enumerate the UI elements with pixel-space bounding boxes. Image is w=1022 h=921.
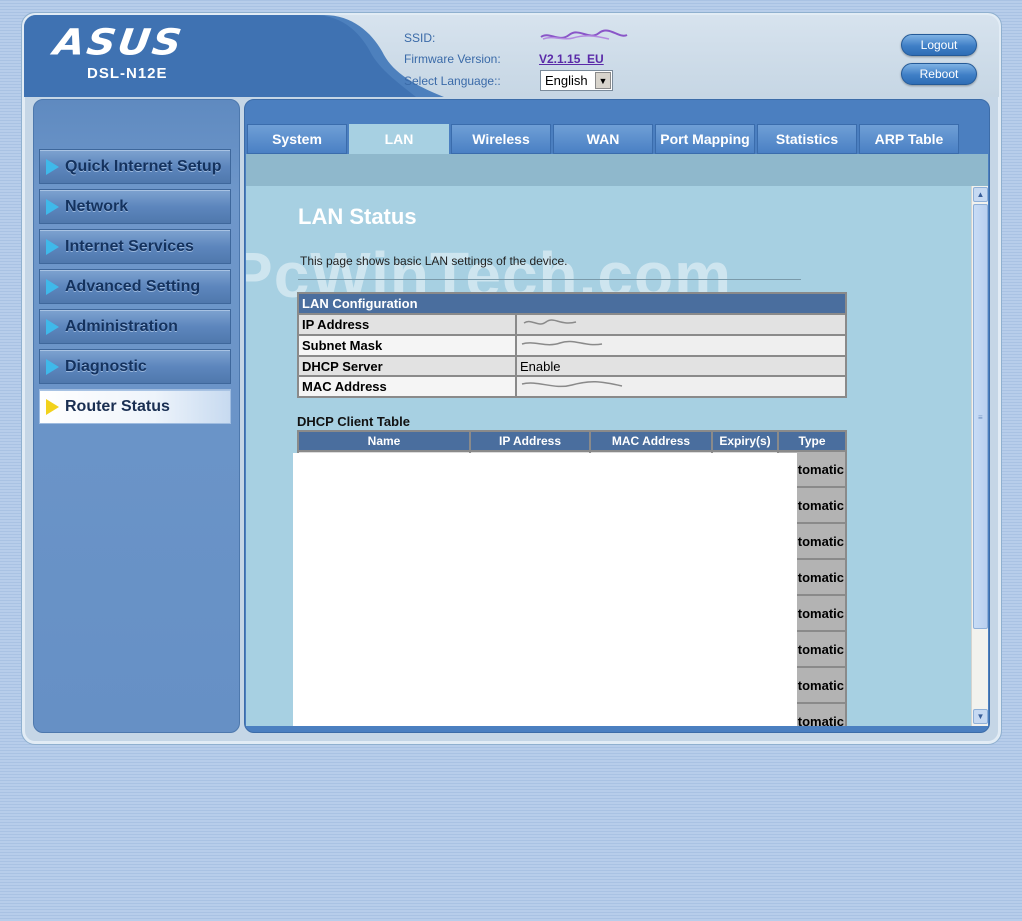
tab-arp-table[interactable]: ARP Table (859, 124, 959, 154)
dhcp-client-table-title: DHCP Client Table (297, 414, 410, 429)
ssid-redacted-value (540, 29, 628, 40)
logout-button[interactable]: Logout (901, 34, 977, 56)
page-title: LAN Status (298, 204, 417, 229)
arrow-icon (46, 399, 59, 415)
sidebar-item-label: Quick Internet Setup (65, 158, 222, 175)
ip-address-value (515, 313, 847, 336)
sidebar-item-label: Administration (65, 318, 178, 335)
logo-area: ASUS DSL-N12E (24, 15, 444, 97)
subnet-mask-value (515, 334, 847, 357)
sidebar-item-label: Internet Services (65, 238, 194, 255)
ssid-label: SSID: (404, 31, 436, 45)
redacted-scribble (521, 340, 603, 346)
language-select[interactable]: English ▼ (540, 70, 613, 91)
arrow-icon (46, 159, 59, 175)
scroll-down-icon[interactable]: ▼ (973, 709, 988, 724)
row-key: IP Address (297, 313, 517, 336)
tab-statistics[interactable]: Statistics (757, 124, 857, 154)
sidebar-item-label: Advanced Setting (65, 278, 201, 295)
header: ASUS DSL-N12E SSID: Firmware Version: V2… (24, 15, 999, 97)
sidebar-item-advanced-setting[interactable]: Advanced Setting (39, 269, 231, 304)
firmware-label: Firmware Version: (404, 52, 501, 66)
sidebar-item-label: Router Status (65, 398, 170, 415)
mac-address-value (515, 375, 847, 398)
page-description: This page shows basic LAN settings of th… (300, 254, 568, 268)
table-row: MAC Address (297, 375, 847, 398)
table-row: IP Address (297, 313, 847, 336)
tab-system[interactable]: System (247, 124, 347, 154)
sidebar-item-diagnostic[interactable]: Diagnostic (39, 349, 231, 384)
table-header: LAN Configuration (297, 292, 847, 315)
tab-subbar (246, 154, 988, 186)
divider (298, 279, 801, 280)
sidebar-item-label: Network (65, 198, 129, 215)
sidebar-item-network[interactable]: Network (39, 189, 231, 224)
sidebar-item-administration[interactable]: Administration (39, 309, 231, 344)
scrollbar-thumb[interactable]: ≡ (973, 204, 988, 629)
sidebar-item-label: Diagnostic (65, 358, 147, 375)
column-header-mac: MAC Address (589, 430, 713, 452)
firmware-version[interactable]: V2.1.15_EU (539, 52, 604, 66)
language-selected-value: English (545, 73, 588, 88)
arrow-icon (46, 319, 59, 335)
language-label: Select Language:: (404, 74, 501, 88)
row-key: MAC Address (297, 375, 517, 398)
tab-wireless[interactable]: Wireless (451, 124, 551, 154)
scroll-up-icon[interactable]: ▲ (973, 187, 988, 202)
column-header-ip: IP Address (469, 430, 591, 452)
dhcp-server-value: Enable (515, 355, 847, 377)
main-content: LAN Status PcWinTech.com This page shows… (246, 186, 971, 726)
arrow-icon (46, 199, 59, 215)
arrow-icon (46, 359, 59, 375)
arrow-icon (46, 279, 59, 295)
column-header-name: Name (297, 430, 471, 452)
sidebar-item-router-status[interactable]: Router Status (39, 389, 231, 424)
lan-configuration-table: LAN Configuration IP Address Subnet Mask… (297, 292, 847, 398)
grip-icon: ≡ (978, 413, 983, 422)
asus-logo: ASUS (51, 22, 186, 64)
arrow-icon (46, 239, 59, 255)
column-header-expiry: Expiry(s) (711, 430, 779, 452)
table-row: Subnet Mask (297, 334, 847, 357)
redacted-scribble (523, 319, 577, 325)
vertical-scrollbar[interactable]: ▲ ≡ ▼ (971, 186, 988, 726)
sidebar-item-quick-internet-setup[interactable]: Quick Internet Setup (39, 149, 231, 184)
redacted-scribble (521, 381, 623, 388)
sidebar: Quick Internet Setup Network Internet Se… (33, 99, 240, 733)
column-header-type: Type (777, 430, 847, 452)
row-key: DHCP Server (297, 355, 517, 377)
tab-lan[interactable]: LAN (349, 124, 449, 154)
tab-port-mapping[interactable]: Port Mapping (655, 124, 755, 154)
row-key: Subnet Mask (297, 334, 517, 357)
dropdown-arrow-icon[interactable]: ▼ (595, 72, 611, 89)
redaction-box (293, 453, 797, 726)
reboot-button[interactable]: Reboot (901, 63, 977, 85)
tab-wan[interactable]: WAN (553, 124, 653, 154)
table-row: DHCP Server Enable (297, 355, 847, 377)
sidebar-item-internet-services[interactable]: Internet Services (39, 229, 231, 264)
model-name: DSL-N12E (87, 65, 168, 82)
